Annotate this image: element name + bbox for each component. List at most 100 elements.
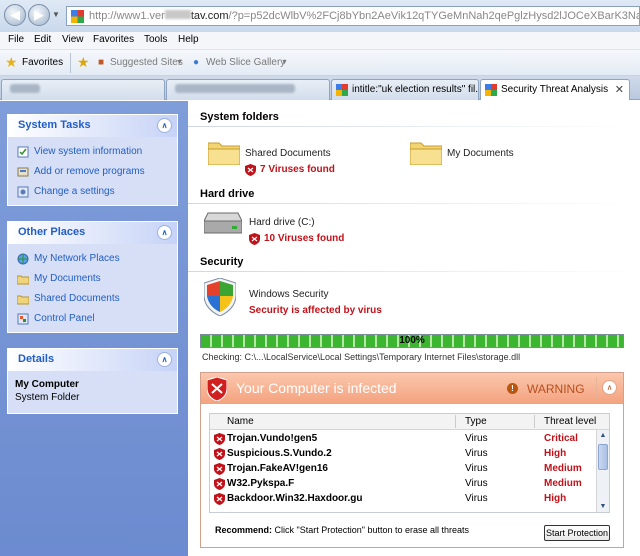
tab-security-threat-analysis[interactable]: Security Threat Analysis ✕ [480,79,630,100]
programs-icon [17,167,29,177]
scroll-up-icon[interactable]: ▲ [597,430,609,442]
hard-drive-label[interactable]: Hard drive (C:) [249,217,315,228]
tab-blurred-2[interactable] [166,79,330,100]
sidebar-item-label: Shared Documents [34,293,120,304]
favorites-button[interactable]: Favorites [22,57,63,68]
start-protection-button[interactable]: Start Protection [544,525,610,541]
threat-table: Name Type Threat level Trojan.Vundo!gen5… [209,413,610,513]
url-path: /?p=p52dcWlbV%2FCj8bYbn2AeVik12qTYGeMnNa… [228,10,640,22]
sidebar-item-label: Change a settings [34,186,115,197]
web-slice-gallery-link[interactable]: Web Slice Gallery [206,57,285,68]
suggested-sites-icon: ■ [98,57,105,68]
warning-icon: ! [507,383,518,394]
table-row[interactable]: Trojan.Vundo!gen5 Virus Critical [210,432,595,447]
collapse-icon[interactable]: ∧ [157,225,172,240]
shield-icon [249,233,260,245]
shield-icon [214,478,225,490]
windows-security-shield-icon [204,278,236,316]
details-type: System Folder [15,392,80,403]
sidebar-item-view-system-info[interactable]: View system information [8,142,177,162]
network-places-icon [17,253,29,265]
menu-help[interactable]: Help [178,34,199,45]
menu-edit[interactable]: Edit [34,34,51,45]
collapse-icon[interactable]: ∧ [157,118,172,133]
column-header-name[interactable]: Name [227,416,254,427]
my-documents-label[interactable]: My Documents [447,148,514,159]
sidebar-item-change-settings[interactable]: Change a settings [8,182,177,202]
threat-level: Medium [544,463,582,474]
scan-progress-bar: 100% [200,334,624,348]
threat-type: Virus [465,478,488,489]
scroll-thumb[interactable] [598,444,608,470]
shield-icon [214,448,225,460]
scroll-down-icon[interactable]: ▼ [597,501,609,512]
address-bar-area: ◀ ▶ ▼ http://www1.ver tav.com/?p=p52dcWlb… [0,0,640,32]
table-row[interactable]: Backdoor.Win32.Haxdoor.gu Virus High [210,492,595,507]
infection-warning-panel: Your Computer is infected ! WARNING ∧ Na… [200,372,624,548]
forward-button[interactable]: ▶ [28,4,50,26]
tab-search-results[interactable]: intitle:"uk election results" fil... [331,79,479,100]
shield-icon [245,164,256,176]
column-header-threat-level[interactable]: Threat level [544,416,596,427]
tab-label: Security Threat Analysis [501,84,609,95]
menu-view[interactable]: View [62,34,84,45]
system-tasks-panel: System Tasks ∧ View system information A… [7,114,178,206]
table-row[interactable]: Suspicious.S.Vundo.2 Virus High [210,447,595,462]
collapse-icon[interactable]: ∧ [157,352,172,367]
threat-type: Virus [465,433,488,444]
shield-icon [207,377,227,401]
add-favorite-icon[interactable]: ★ [77,54,90,71]
sidebar-item-shared-documents[interactable]: Shared Documents [8,289,177,309]
folder-icon [17,275,29,285]
url-redacted [164,10,191,19]
table-row[interactable]: W32.Pykspa.F Virus Medium [210,477,595,492]
back-button[interactable]: ◀ [4,4,26,26]
control-panel-icon [17,313,29,325]
url-domain: tav.com [190,10,229,22]
divider [596,377,597,399]
collapse-icon[interactable]: ∧ [602,380,617,395]
details-header[interactable]: Details ∧ [8,349,177,371]
table-row[interactable]: Trojan.FakeAV!gen16 Virus Medium [210,462,595,477]
hard-drive-icon[interactable] [204,211,242,235]
menu-file[interactable]: File [8,34,24,45]
sidebar-item-control-panel[interactable]: Control Panel [8,309,177,329]
history-dropdown-icon[interactable]: ▼ [52,10,60,19]
favorites-bar: ★ Favorites ★ ■ Suggested Sites ▼ ● Web … [0,50,640,76]
sidebar-item-network-places[interactable]: My Network Places [8,249,177,269]
folder-icon [17,295,29,305]
security-status: Security is affected by virus [249,305,382,316]
threat-level: Critical [544,433,578,444]
column-header-type[interactable]: Type [465,416,487,427]
system-tasks-header[interactable]: System Tasks ∧ [8,115,177,137]
tab-blurred-1[interactable] [1,79,165,100]
shared-documents-label[interactable]: Shared Documents [245,148,331,159]
url-field[interactable]: http://www1.ver tav.com/?p=p52dcWlbV%2FCj… [66,6,640,26]
close-tab-icon[interactable]: ✕ [615,83,624,96]
tab-blurred-text [10,84,40,93]
sidebar-item-my-documents[interactable]: My Documents [8,269,177,289]
details-name: My Computer [15,379,79,390]
progress-label: 100% [399,335,425,346]
hard-drive-virus-count: 10 Viruses found [249,233,344,245]
menu-tools[interactable]: Tools [144,34,167,45]
folder-icon[interactable] [208,139,240,165]
sidebar-item-add-remove-programs[interactable]: Add or remove programs [8,162,177,182]
table-scrollbar[interactable]: ▲ ▼ [596,430,609,512]
chevron-down-icon[interactable]: ▼ [176,59,183,66]
sidebar-item-label: Control Panel [34,313,95,324]
other-places-panel: Other Places ∧ My Network Places My Docu… [7,221,178,333]
shield-icon [214,433,225,445]
folder-icon[interactable] [410,139,442,165]
menu-favorites[interactable]: Favorites [93,34,134,45]
threat-type: Virus [465,463,488,474]
chevron-down-icon[interactable]: ▼ [281,59,288,66]
suggested-sites-link[interactable]: Suggested Sites [110,57,183,68]
divider [188,271,640,272]
other-places-header[interactable]: Other Places ∧ [8,222,177,244]
threat-type: Virus [465,448,488,459]
sidebar-item-label: Add or remove programs [34,166,145,177]
divider [188,126,640,127]
threat-name: W32.Pykspa.F [227,478,295,489]
threat-name: Trojan.Vundo!gen5 [227,433,318,444]
